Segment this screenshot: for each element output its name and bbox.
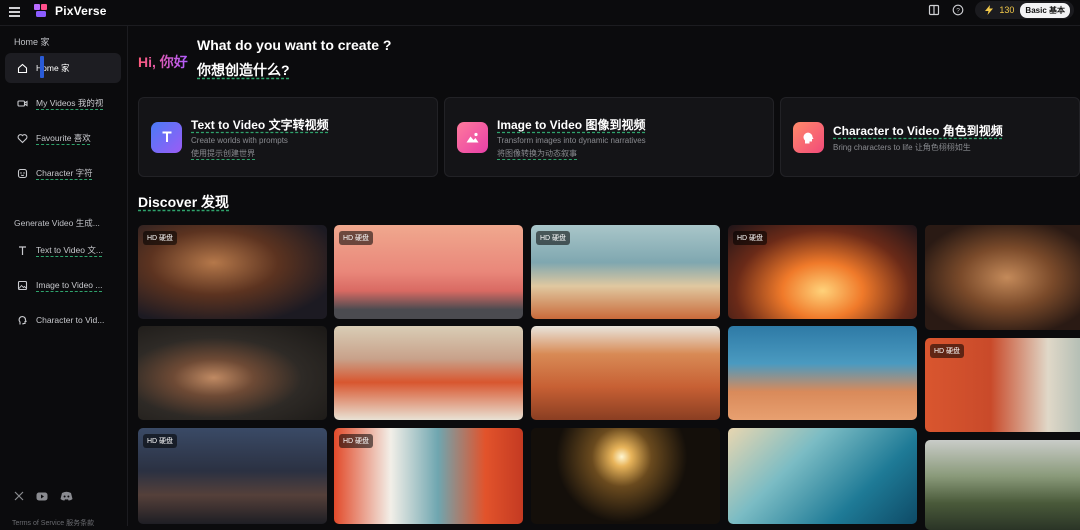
hd-badge: HD 硬盘 bbox=[339, 434, 374, 448]
x-twitter-icon[interactable] bbox=[14, 488, 24, 506]
hd-badge: HD 硬盘 bbox=[930, 344, 965, 358]
video-thumbnail[interactable]: HD 硬盘 bbox=[925, 338, 1080, 432]
video-thumbnail[interactable]: HD 硬盘 bbox=[138, 225, 327, 319]
hd-badge: HD 硬盘 bbox=[143, 434, 178, 448]
sidebar-section-generate: Generate Video 生成... bbox=[14, 218, 100, 228]
credits-pill[interactable]: 130 Basic 基本 bbox=[975, 1, 1074, 19]
sidebar-item-label: Text to Video 文... bbox=[36, 245, 103, 255]
video-thumbnail[interactable] bbox=[531, 326, 720, 420]
sidebar-item-my-videos[interactable]: My Videos 我的视 bbox=[5, 88, 121, 118]
card-subtitle-zh: 将图像转换为动态叙事 bbox=[497, 148, 577, 158]
card-title: Character to Video 角色到视频 bbox=[833, 123, 1003, 138]
video-thumbnail[interactable] bbox=[728, 428, 917, 524]
card-subtitle: Create worlds with prompts bbox=[191, 135, 288, 145]
sidebar-item-character[interactable]: Character 字符 bbox=[5, 158, 121, 188]
video-thumbnail[interactable]: HD 硬盘 bbox=[334, 225, 523, 319]
sidebar: Home 家 Home 家 My Videos 我的视 Favourite 喜欢… bbox=[0, 26, 128, 528]
cursor-marker bbox=[40, 56, 44, 78]
video-thumbnail[interactable] bbox=[334, 326, 523, 420]
video-thumbnail[interactable] bbox=[138, 326, 327, 420]
discover-heading: Discover 发现 bbox=[138, 194, 230, 210]
app-name: PixVerse bbox=[55, 3, 107, 18]
character-head-icon bbox=[793, 121, 824, 153]
youtube-icon[interactable] bbox=[36, 488, 48, 506]
sidebar-item-label: Favourite 喜欢 bbox=[36, 133, 91, 143]
card-subtitle: Transform images into dynamic narratives bbox=[497, 135, 646, 145]
video-thumbnail[interactable] bbox=[728, 326, 917, 420]
video-thumbnail[interactable] bbox=[531, 428, 720, 524]
hd-badge: HD 硬盘 bbox=[733, 231, 768, 245]
sidebar-item-label: Character 字符 bbox=[36, 168, 93, 178]
card-text-to-video[interactable]: Text to Video 文字转视频 Create worlds with p… bbox=[138, 97, 438, 177]
terms-link[interactable]: Terms of Service 服务条款 bbox=[12, 518, 94, 528]
sidebar-item-home[interactable]: Home 家 bbox=[5, 53, 121, 83]
lightning-icon bbox=[985, 5, 994, 15]
discord-icon[interactable] bbox=[60, 488, 73, 506]
sidebar-item-favourite[interactable]: Favourite 喜欢 bbox=[5, 123, 121, 153]
sidebar-section-home: Home 家 bbox=[14, 37, 50, 47]
heart-icon bbox=[17, 133, 28, 143]
character-head-icon bbox=[18, 315, 27, 324]
video-thumbnail[interactable]: HD 硬盘 bbox=[728, 225, 917, 319]
text-t-icon bbox=[151, 121, 182, 153]
sidebar-item-image-to-video[interactable]: Image to Video ... bbox=[5, 270, 121, 300]
hamburger-menu-icon[interactable] bbox=[9, 4, 21, 20]
card-title: Image to Video 图像到视频 bbox=[497, 117, 646, 132]
video-camera-icon bbox=[17, 99, 28, 107]
sidebar-item-text-to-video[interactable]: Text to Video 文... bbox=[5, 235, 121, 265]
prompt-question-en: What do you want to create ? bbox=[197, 37, 392, 53]
sidebar-item-label: My Videos 我的视 bbox=[36, 98, 104, 108]
main-content: Hi, 你好 What do you want to create ? 你想创造… bbox=[129, 26, 1080, 530]
pixverse-logo-icon bbox=[34, 4, 47, 17]
image-icon bbox=[17, 280, 28, 290]
card-image-to-video[interactable]: Image to Video 图像到视频 Transform images in… bbox=[444, 97, 774, 177]
image-icon bbox=[457, 121, 488, 153]
book-icon[interactable] bbox=[927, 3, 941, 17]
card-subtitle: Bring characters to life 让角色栩栩如生 bbox=[833, 142, 971, 152]
credit-count: 130 bbox=[999, 5, 1015, 15]
prompt-question-zh: 你想创造什么? bbox=[197, 62, 290, 78]
video-thumbnail[interactable]: HD 硬盘 bbox=[138, 428, 327, 524]
hd-badge: HD 硬盘 bbox=[339, 231, 374, 245]
hd-badge: HD 硬盘 bbox=[536, 231, 571, 245]
text-t-icon bbox=[19, 245, 26, 255]
home-icon bbox=[17, 63, 28, 73]
help-icon[interactable]: ? bbox=[951, 3, 965, 17]
plan-badge[interactable]: Basic 基本 bbox=[1020, 2, 1070, 18]
card-title: Text to Video 文字转视频 bbox=[191, 117, 329, 132]
video-thumbnail[interactable]: HD 硬盘 bbox=[531, 225, 720, 319]
top-bar: PixVerse ? 130 Basic 基本 bbox=[0, 0, 1080, 26]
video-thumbnail[interactable] bbox=[925, 225, 1080, 330]
video-thumbnail[interactable]: HD 硬盘 bbox=[334, 428, 523, 524]
character-face-icon bbox=[17, 168, 28, 178]
app-logo[interactable]: PixVerse bbox=[33, 2, 107, 19]
svg-text:?: ? bbox=[957, 7, 961, 14]
sidebar-item-character-to-video[interactable]: Character to Vid... bbox=[5, 305, 121, 335]
greeting: Hi, 你好 bbox=[138, 54, 188, 70]
sidebar-item-label: Character to Vid... bbox=[36, 315, 105, 325]
card-subtitle-zh: 使用提示创建世界 bbox=[191, 148, 255, 158]
hd-badge: HD 硬盘 bbox=[143, 231, 178, 245]
video-thumbnail[interactable] bbox=[925, 440, 1080, 530]
card-character-to-video[interactable]: Character to Video 角色到视频 Bring character… bbox=[780, 97, 1080, 177]
sidebar-item-label: Image to Video ... bbox=[36, 280, 103, 290]
